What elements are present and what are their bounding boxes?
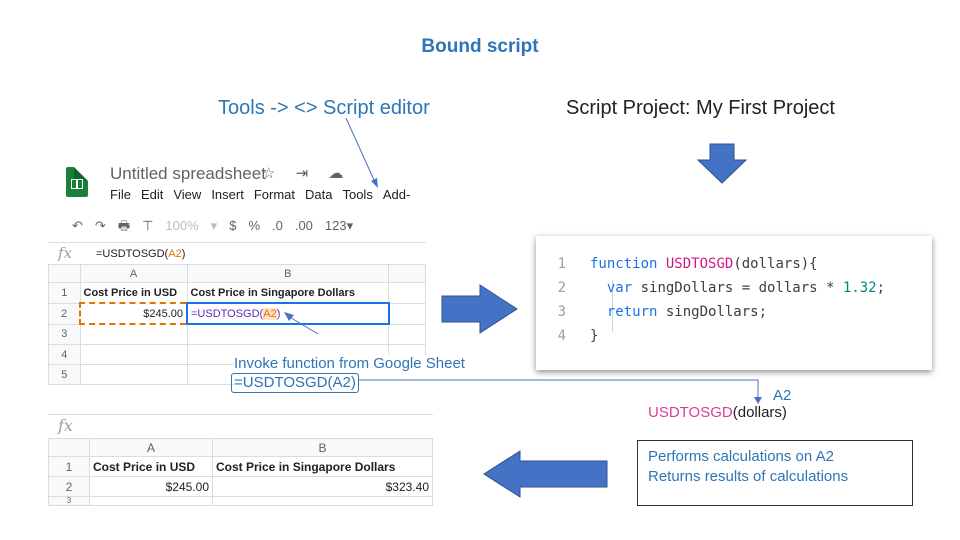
row-header[interactable]: 1 (48, 456, 90, 477)
cell-a2[interactable]: $245.00 (89, 476, 213, 497)
result-sheet-grid: AB 1 Cost Price in USD Cost Price in Singa… (48, 438, 433, 506)
result-description-line: Returns results of calculations (648, 468, 849, 485)
fx-icon: fx (58, 416, 73, 435)
argument-value-label: A2 (773, 387, 792, 404)
tools-pointer-head (371, 178, 378, 188)
function-signature: USDTOSGD(dollars) (648, 404, 787, 421)
cell-a1[interactable]: Cost Price in USD (89, 456, 213, 477)
result-sheet-top-divider (48, 414, 433, 415)
cell-b2[interactable]: $323.40 (212, 476, 433, 497)
cell-a3[interactable] (89, 496, 213, 506)
column-header-b[interactable]: B (212, 438, 433, 457)
row-header[interactable]: 3 (48, 496, 90, 506)
tools-pointer-line (345, 117, 375, 181)
invoke-connector-head (754, 397, 762, 404)
column-header-a[interactable]: A (89, 438, 213, 457)
left-arrow-icon (483, 450, 608, 498)
row-header[interactable]: 2 (48, 476, 90, 497)
result-description-box: Performs calculations on A2 Returns resu… (637, 440, 913, 506)
result-description-line: Performs calculations on A2 (648, 448, 834, 465)
down-arrow-icon (696, 143, 748, 184)
invoke-connector (358, 379, 759, 398)
function-name: USDTOSGD (648, 404, 733, 421)
cell-pointer-line (287, 315, 319, 335)
function-args: (dollars) (732, 404, 787, 421)
cell-b3[interactable] (212, 496, 433, 506)
cell-pointer-head (284, 312, 294, 321)
right-arrow-icon (441, 284, 518, 334)
cell-b1[interactable]: Cost Price in Singapore Dollars (212, 456, 433, 477)
corner-cell[interactable] (48, 438, 90, 457)
